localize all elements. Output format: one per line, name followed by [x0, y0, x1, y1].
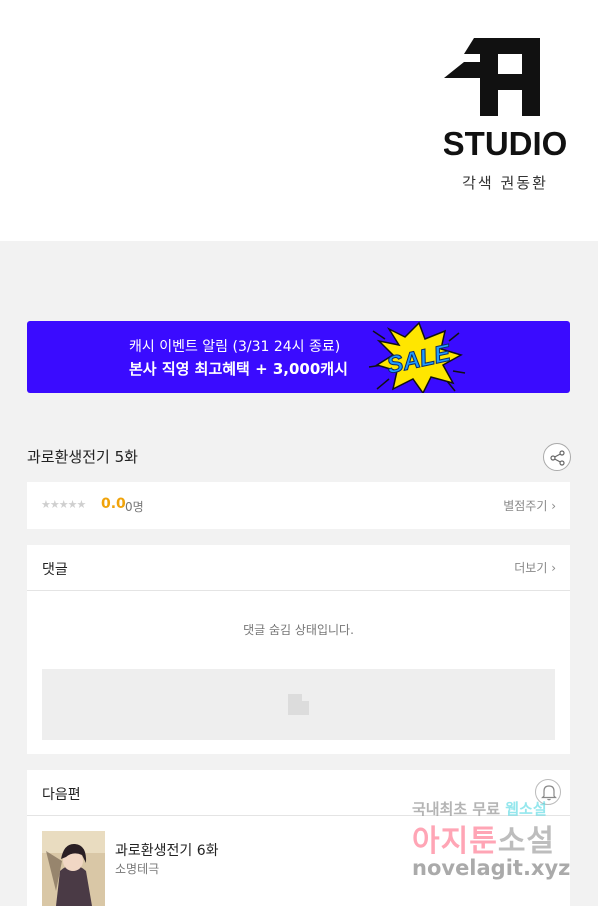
rating-score: 0.0: [101, 496, 126, 512]
rating-stars: ★★★★★: [41, 498, 86, 511]
cash-event-banner[interactable]: 캐시 이벤트 알림 (3/31 24시 종료) 본사 직영 최고혜택 + 3,0…: [27, 321, 570, 393]
episode-title: 과로환생전기 5화: [27, 448, 138, 466]
next-episode-heading: 다음편: [42, 787, 81, 803]
comments-more-link[interactable]: 더보기 ›: [514, 559, 556, 576]
site-watermark: 국내최초 무료 웹소설 아지툰소설 novelagit.xyz: [412, 798, 582, 888]
share-button[interactable]: [543, 443, 571, 471]
adaptation-credit: 각색 권동환: [462, 174, 548, 192]
studio-logo: STUDIO: [444, 38, 566, 158]
comment-title: 댓글: [42, 562, 68, 578]
next-episode-title[interactable]: 과로환생전기 6화: [115, 840, 219, 860]
rate-button[interactable]: 별점주기 ›: [503, 497, 556, 514]
placeholder-image-icon: [288, 694, 309, 715]
comment-placeholder-box[interactable]: [42, 669, 555, 740]
logo-text: STUDIO: [444, 125, 566, 158]
comment-header: 댓글 더보기 ›: [27, 545, 570, 591]
next-episode-thumbnail[interactable]: [42, 831, 105, 906]
next-episode-author: 소명테극: [115, 862, 160, 876]
comment-card: 댓글 더보기 › 댓글 숨김 상태입니다.: [27, 545, 570, 754]
comments-hidden-message: 댓글 숨김 상태입니다.: [243, 623, 354, 637]
header-area: STUDIO 각색 권동환: [0, 0, 598, 241]
watermark-line2: 아지툰소설: [412, 824, 556, 859]
sale-burst-icon: SALE: [368, 321, 466, 393]
share-icon: [550, 450, 565, 466]
banner-line2: 본사 직영 최고혜택 + 3,000캐시: [129, 360, 348, 378]
watermark-line3: novelagit.xyz: [412, 856, 571, 880]
rating-votes: 0명: [125, 500, 144, 514]
rating-card: ★★★★★ 0.0 0명 별점주기 ›: [27, 482, 570, 529]
banner-line1: 캐시 이벤트 알림 (3/31 24시 종료): [129, 339, 341, 355]
